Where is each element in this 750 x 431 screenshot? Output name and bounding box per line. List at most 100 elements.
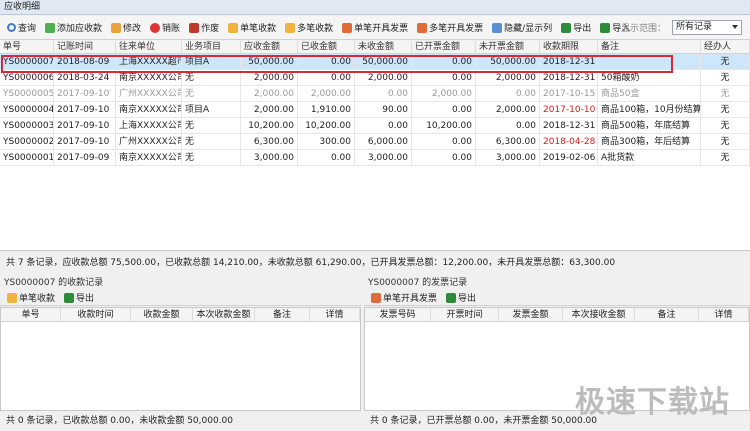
query-button[interactable]: 查询 [4, 18, 39, 38]
cell-received: 10,200.00 [298, 118, 355, 133]
cell-invoiced: 0.00 [412, 134, 476, 149]
edit-button[interactable]: 修改 [108, 18, 144, 38]
table-row[interactable]: YS0000002 2017-09-10 广州XXXXX公司无 6,300.00 300… [0, 134, 750, 150]
cell-due: 10,200.00 [241, 118, 298, 133]
cell-uninvoiced: 2,000.00 [476, 70, 540, 85]
cell-due: 50,000.00 [241, 54, 298, 69]
cell-deadline: 2017-10-10 [540, 102, 598, 117]
cell-unreceived: 0.00 [355, 118, 412, 133]
table-row[interactable]: YS0000003 2017-09-10 上海XXXXX公司无 10,200.00 10… [0, 118, 750, 134]
cell-deadline: 2018-12-31 [540, 70, 598, 85]
cell-invoiced: 0.00 [412, 150, 476, 165]
cell-received: 0.00 [298, 150, 355, 165]
cell-note: 商品50盒 [598, 86, 701, 101]
cell-received: 1,910.00 [298, 102, 355, 117]
cell-invoiced: 0.00 [412, 102, 476, 117]
columns-icon [492, 22, 503, 33]
cell-unit: 上海XXXXX超市 [116, 54, 182, 69]
toggle-columns-button[interactable]: 隐藏/显示列 [489, 18, 555, 38]
cell-deadline: 2019-02-06 [540, 150, 598, 165]
folder-icon [7, 292, 17, 303]
cell-project: 项目A [182, 54, 241, 69]
cell-due: 6,300.00 [241, 134, 298, 149]
cell-invoiced: 2,000.00 [412, 86, 476, 101]
cell-project: 无 [182, 86, 241, 101]
invoices-export-button[interactable]: 导出 [443, 288, 479, 308]
summary-bar: 共 7 条记录，应收款总额 75,500.00，已收款总额 14,210.00，… [0, 253, 750, 273]
cell-invoiced: 10,200.00 [412, 118, 476, 133]
cell-unit: 南京XXXXX公司 [116, 102, 182, 117]
invoices-header: 发票号码 开票时间 发票金额 本次接收金额 备注 详情 [365, 308, 749, 322]
invoice-icon [371, 292, 381, 303]
cell-deadline: 2018-12-31 [540, 54, 598, 69]
receipts-header: 单号 收款时间 收款金额 本次收款金额 备注 详情 [1, 308, 360, 322]
receivables-table: 单号 记账时间 往来单位 业务项目 应收金额 已收金额 未收金额 已开票金额 未… [0, 41, 750, 251]
cell-unreceived: 90.00 [355, 102, 412, 117]
cell-unit: 南京XXXXX公司 [116, 150, 182, 165]
cell-project: 无 [182, 70, 241, 85]
receipts-footer: 共 0 条记录，已收款总额 0.00，未收款金额 50,000.00 [6, 416, 234, 426]
cell-date: 2017-09-09 [54, 150, 116, 165]
cell-date: 2017-09-10 [54, 118, 116, 133]
folder-icon [228, 22, 239, 33]
cell-due: 2,000.00 [241, 86, 298, 101]
cell-unreceived: 3,000.00 [355, 150, 412, 165]
cell-due: 2,000.00 [241, 70, 298, 85]
display-range: 显示范围： 所有记录 [621, 20, 742, 35]
cell-handler: 无 [701, 150, 750, 165]
cell-date: 2017-09-10 [54, 86, 116, 101]
cell-note: 50箱酸奶 [598, 70, 701, 85]
write-off-button[interactable]: 销账 [147, 18, 183, 38]
cell-uninvoiced: 0.00 [476, 118, 540, 133]
receipts-export-button[interactable]: 导出 [61, 288, 97, 308]
import-icon [600, 22, 611, 33]
cell-note [598, 54, 701, 69]
excel-icon [446, 292, 457, 303]
cell-date: 2018-03-24 [54, 70, 116, 85]
cell-unreceived: 2,000.00 [355, 70, 412, 85]
multi-invoice-button[interactable]: 多笔开具发票 [414, 18, 486, 38]
cell-no: YS0000003 [0, 118, 54, 133]
table-row[interactable]: YS0000004 2017-09-10 南京XXXXX公司 项目A 2,000.00 1… [0, 102, 750, 118]
cell-deadline: 2018-04-28 [540, 134, 598, 149]
add-receivable-button[interactable]: 添加应收款 [42, 18, 105, 38]
cell-no: YS0000006 [0, 70, 54, 85]
single-receipt-button[interactable]: 单笔收款 [225, 18, 279, 38]
chevron-down-icon [732, 25, 738, 29]
cell-date: 2017-09-10 [54, 134, 116, 149]
cell-no: YS0000002 [0, 134, 54, 149]
range-select[interactable]: 所有记录 [672, 20, 742, 35]
cell-handler: 无 [701, 118, 750, 133]
cell-no: YS0000007 [0, 54, 54, 69]
single-invoice-button[interactable]: 单笔开具发票 [339, 18, 411, 38]
folder-multi-icon [285, 22, 296, 33]
cell-received: 2,000.00 [298, 86, 355, 101]
cell-unreceived: 6,000.00 [355, 134, 412, 149]
window-title: 应收明细 [0, 0, 750, 15]
export-button[interactable]: 导出 [558, 18, 594, 38]
cell-uninvoiced: 6,300.00 [476, 134, 540, 149]
cell-invoiced: 0.00 [412, 70, 476, 85]
cell-unit: 上海XXXXX公司 [116, 118, 182, 133]
stop-icon [150, 22, 161, 33]
table-header: 单号 记账时间 往来单位 业务项目 应收金额 已收金额 未收金额 已开票金额 未… [0, 41, 750, 54]
cell-received: 0.00 [298, 54, 355, 69]
receipts-single-button[interactable]: 单笔收款 [4, 288, 58, 308]
cell-project: 无 [182, 150, 241, 165]
cell-handler: 无 [701, 86, 750, 101]
multi-receipt-button[interactable]: 多笔收款 [282, 18, 336, 38]
table-row[interactable]: YS0000005 2017-09-10 广州XXXXX公司无 2,000.00 2,0… [0, 86, 750, 102]
invoice-icon [342, 22, 353, 33]
receipts-toolbar: 单笔收款 导出 [0, 290, 361, 306]
table-row[interactable]: YS0000006 2018-03-24 南京XXXXX公司无 2,000.00 0.0… [0, 70, 750, 86]
cell-note: 商品500箱，年底结算 [598, 118, 701, 133]
invoices-single-button[interactable]: 单笔开具发票 [368, 288, 440, 308]
cell-deadline: 2018-12-31 [540, 118, 598, 133]
excel-icon [561, 22, 572, 33]
table-row[interactable]: YS0000001 2017-09-09 南京XXXXX公司无 3,000.00 0.0… [0, 150, 750, 166]
table-row[interactable]: YS0000007 2018-08-09 上海XXXXX超市 项目A 50,000.00… [0, 54, 750, 70]
cell-no: YS0000001 [0, 150, 54, 165]
void-icon [189, 22, 200, 33]
cell-deadline: 2017-10-15 [540, 86, 598, 101]
void-button[interactable]: 作废 [186, 18, 222, 38]
